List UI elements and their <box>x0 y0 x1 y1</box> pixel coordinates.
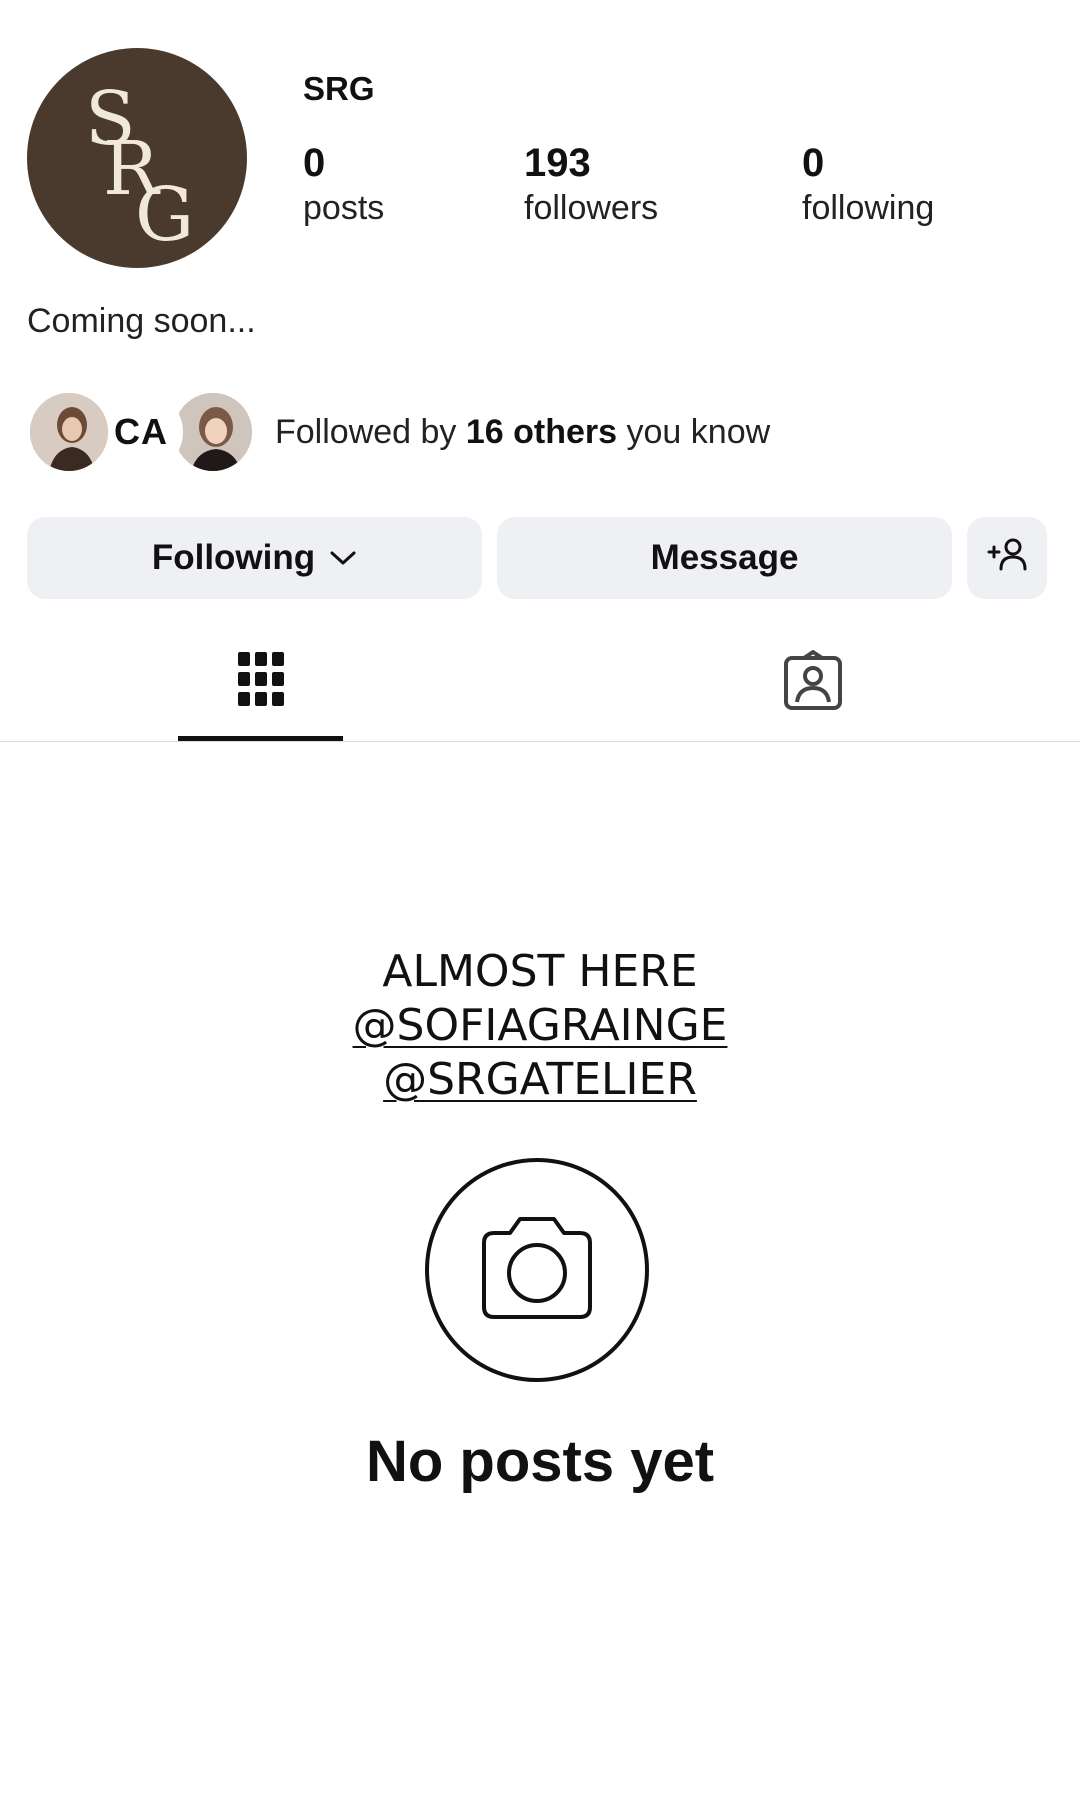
svg-text:G: G <box>135 172 194 258</box>
followers-stat[interactable]: 193 followers <box>524 140 658 230</box>
message-button-label: Message <box>650 538 799 577</box>
profile-bio: Coming soon... <box>27 302 256 340</box>
add-person-button[interactable] <box>967 517 1047 599</box>
following-button-label: Following <box>151 538 316 577</box>
add-person-icon <box>987 536 1027 581</box>
grid-icon <box>236 652 286 712</box>
followers-label: followers <box>524 189 659 227</box>
following-stat[interactable]: 0 following <box>802 140 934 230</box>
camera-icon <box>424 1157 650 1383</box>
mutual-followers[interactable]: CA Followed by 16 others you know <box>27 390 770 474</box>
ca-logo: CA <box>114 411 168 452</box>
mutual-avatar-2: CA <box>99 390 183 474</box>
profile-avatar[interactable]: S R G <box>27 48 247 268</box>
following-label: following <box>802 189 935 227</box>
message-button[interactable]: Message <box>497 517 952 599</box>
mutual-prefix: Followed by <box>275 412 457 451</box>
posts-label: posts <box>303 189 385 227</box>
story-line-almost-here: ALMOST HERE <box>382 946 698 997</box>
srg-monogram-logo: S R G <box>85 76 194 258</box>
no-posts-title: No posts yet <box>365 1429 715 1494</box>
username: SRG <box>303 70 375 107</box>
posts-count: 0 <box>303 141 326 185</box>
followers-count: 193 <box>524 141 591 185</box>
mutual-suffix: you know <box>626 412 771 451</box>
mutual-avatar-3 <box>171 390 255 474</box>
tab-posts-grid[interactable] <box>236 650 286 713</box>
following-count: 0 <box>802 141 825 185</box>
tab-divider <box>0 741 1080 742</box>
srgatelier-mention-link[interactable]: @SRGATELIER <box>383 1053 697 1107</box>
mutual-followers-text: Followed by 16 others you know <box>275 413 770 452</box>
tab-tagged[interactable] <box>782 650 844 717</box>
posts-stat[interactable]: 0 posts <box>303 140 384 230</box>
story-text: ALMOST HERE @SOFIAGRAINGE @SRGATELIER <box>0 945 1080 1107</box>
following-button[interactable]: Following <box>27 517 482 599</box>
sofiagrainge-mention-link[interactable]: @SOFIAGRAINGE <box>353 999 728 1053</box>
mutual-avatar-1 <box>27 390 111 474</box>
mutual-count: 16 others <box>465 412 618 451</box>
chevron-down-icon <box>329 549 357 567</box>
tagged-icon <box>782 650 844 716</box>
